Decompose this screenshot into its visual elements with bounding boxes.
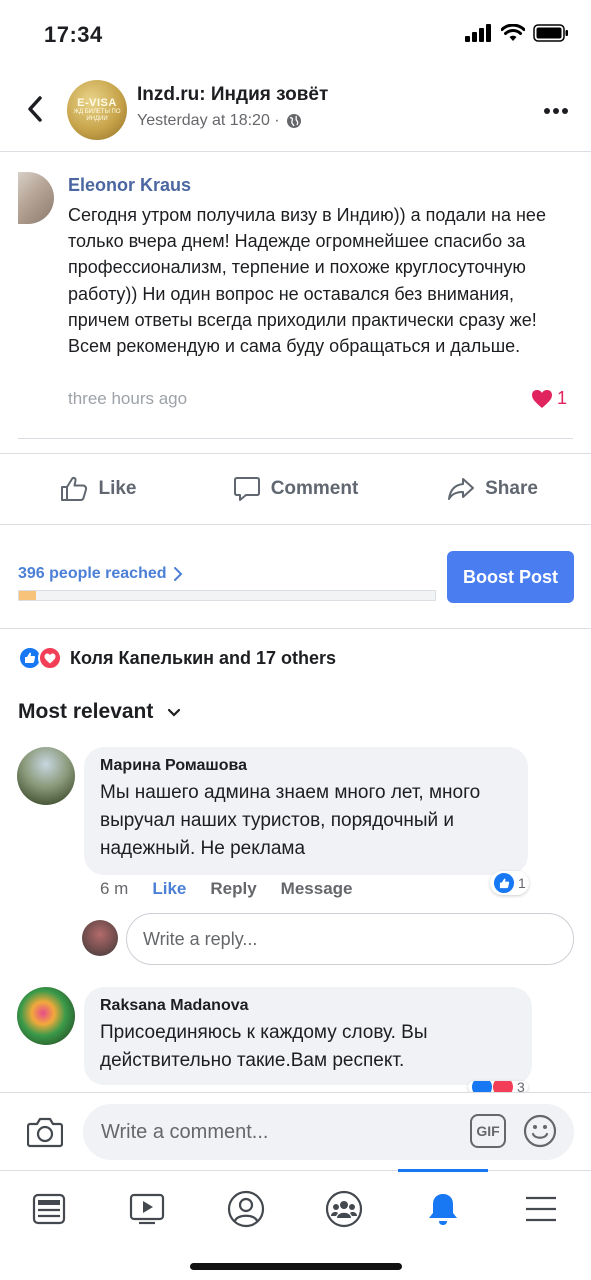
chevron-right-icon: [173, 567, 182, 581]
post-author-name[interactable]: Eleonor Kraus: [68, 175, 191, 196]
post-heart-count[interactable]: 1: [531, 388, 567, 409]
notifications-icon: [429, 1194, 457, 1225]
commenter-avatar[interactable]: [17, 987, 75, 1045]
reply-input[interactable]: Write a reply...: [126, 913, 574, 965]
reply-row: Write a reply...: [82, 913, 574, 965]
comment-actions: 6 m Like Reply Message: [100, 879, 377, 899]
commenter-avatar[interactable]: [17, 747, 75, 805]
post-time: three hours ago: [68, 389, 188, 408]
groups-icon: [325, 1190, 363, 1228]
comment-label: Comment: [270, 478, 359, 499]
page-avatar[interactable]: E-VISA ЖД БИЛЕТЫ ПО ИНДИИ: [67, 80, 127, 140]
action-bar: Like Comment Share: [0, 453, 591, 525]
menu-icon: [526, 1196, 556, 1222]
heart-icon: [531, 389, 552, 408]
camera-icon: [27, 1117, 63, 1148]
comment-reaction-count[interactable]: 1: [490, 871, 529, 895]
comment-like-button[interactable]: Like: [152, 879, 186, 899]
tab-notifications[interactable]: [394, 1179, 492, 1239]
reach-section: 396 people reached Boost Post: [0, 525, 591, 629]
wifi-icon: [501, 24, 525, 41]
gif-button[interactable]: GIF: [470, 1114, 506, 1148]
commenter-name[interactable]: Raksana Madanova: [100, 997, 516, 1015]
tab-menu[interactable]: [492, 1179, 590, 1239]
heart-count: 1: [556, 388, 567, 408]
comment-composer: Write a comment... GIF: [0, 1092, 591, 1170]
comment-sort-label: Most relevant: [18, 700, 154, 723]
smiley-icon: [523, 1114, 557, 1148]
reactions-summary[interactable]: Коля Капелькин and 17 others: [18, 646, 336, 670]
tab-watch[interactable]: [98, 1179, 196, 1239]
comment-reply-button[interactable]: Reply: [210, 879, 256, 899]
watch-icon: [129, 1193, 165, 1225]
avatar-logo-subtext: ЖД БИЛЕТЫ ПО ИНДИИ: [73, 109, 121, 122]
active-tab-indicator: [398, 1169, 488, 1172]
like-reaction-icon: [493, 872, 515, 894]
my-avatar: [82, 920, 118, 956]
reach-progress-bar: [18, 590, 436, 601]
comment-message-button[interactable]: Message: [281, 879, 353, 899]
tab-profile[interactable]: [197, 1179, 295, 1239]
post-text: Сегодня утром получила визу в Индию)) а …: [68, 205, 546, 357]
share-label: Share: [485, 478, 538, 499]
reactions-summary-text: Коля Капелькин and 17 others: [70, 647, 337, 668]
back-button[interactable]: [18, 92, 52, 126]
comment-reaction-number: 1: [518, 875, 526, 891]
chevron-left-icon: [28, 96, 42, 122]
tab-news-feed[interactable]: [0, 1179, 98, 1239]
love-reaction-icon: [38, 646, 62, 670]
share-arrow-icon: [448, 478, 475, 500]
boost-post-button[interactable]: Boost Post: [447, 551, 574, 603]
battery-icon: [533, 24, 568, 42]
comment-time: 6 m: [100, 879, 129, 898]
like-button[interactable]: Like: [0, 454, 197, 524]
news-feed-icon: [32, 1193, 66, 1225]
post-timestamp-text: Yesterday at 18:20 ·: [137, 112, 280, 129]
people-reached-text: 396 people reached: [18, 565, 167, 582]
more-dots-icon: [544, 108, 568, 114]
comment-sort-dropdown[interactable]: Most relevant: [18, 700, 181, 724]
share-button[interactable]: Share: [394, 454, 591, 524]
comment-bubble-icon: [233, 477, 260, 501]
more-options-button[interactable]: [541, 96, 571, 126]
reach-progress-fill: [19, 591, 36, 600]
thumbs-up-icon: [61, 476, 88, 501]
post-content: Eleonor Kraus Сегодня утром получила виз…: [0, 160, 591, 440]
comment-text: Присоединяюсь к каждому слову. Вы действ…: [100, 1022, 428, 1071]
divider: [18, 438, 573, 439]
signal-icon: [465, 24, 491, 42]
tab-groups[interactable]: [295, 1179, 393, 1239]
home-indicator: [190, 1263, 402, 1270]
post-timestamp: Yesterday at 18:20 ·: [137, 112, 302, 130]
status-bar: 17:34: [0, 0, 591, 70]
status-icons: [465, 24, 569, 42]
comment-bubble: Марина Ромашова Мы нашего админа знаем м…: [84, 747, 528, 875]
profile-icon: [227, 1190, 265, 1228]
globe-icon: [286, 114, 301, 128]
page-title[interactable]: Inzd.ru: Индия зовёт: [137, 84, 328, 106]
avatar-logo-text: E-VISA: [77, 97, 117, 109]
chevron-down-icon: [168, 708, 181, 717]
comment-bubble: Raksana Madanova Присоединяюсь к каждому…: [84, 987, 532, 1085]
comment-text: Мы нашего админа знаем много лет, много …: [100, 782, 481, 859]
like-label: Like: [98, 478, 137, 499]
status-time: 17:34: [44, 22, 103, 47]
bottom-tab-bar: [0, 1169, 591, 1280]
emoji-button[interactable]: [522, 1113, 558, 1149]
post-author-avatar[interactable]: [18, 172, 54, 224]
people-reached-link[interactable]: 396 people reached: [18, 565, 183, 583]
camera-button[interactable]: [26, 1113, 64, 1151]
reaction-icons: [18, 646, 62, 670]
page-header: E-VISA ЖД БИЛЕТЫ ПО ИНДИИ Inzd.ru: Индия…: [0, 70, 591, 152]
commenter-name[interactable]: Марина Ромашова: [100, 757, 512, 775]
comment-button[interactable]: Comment: [197, 454, 394, 524]
